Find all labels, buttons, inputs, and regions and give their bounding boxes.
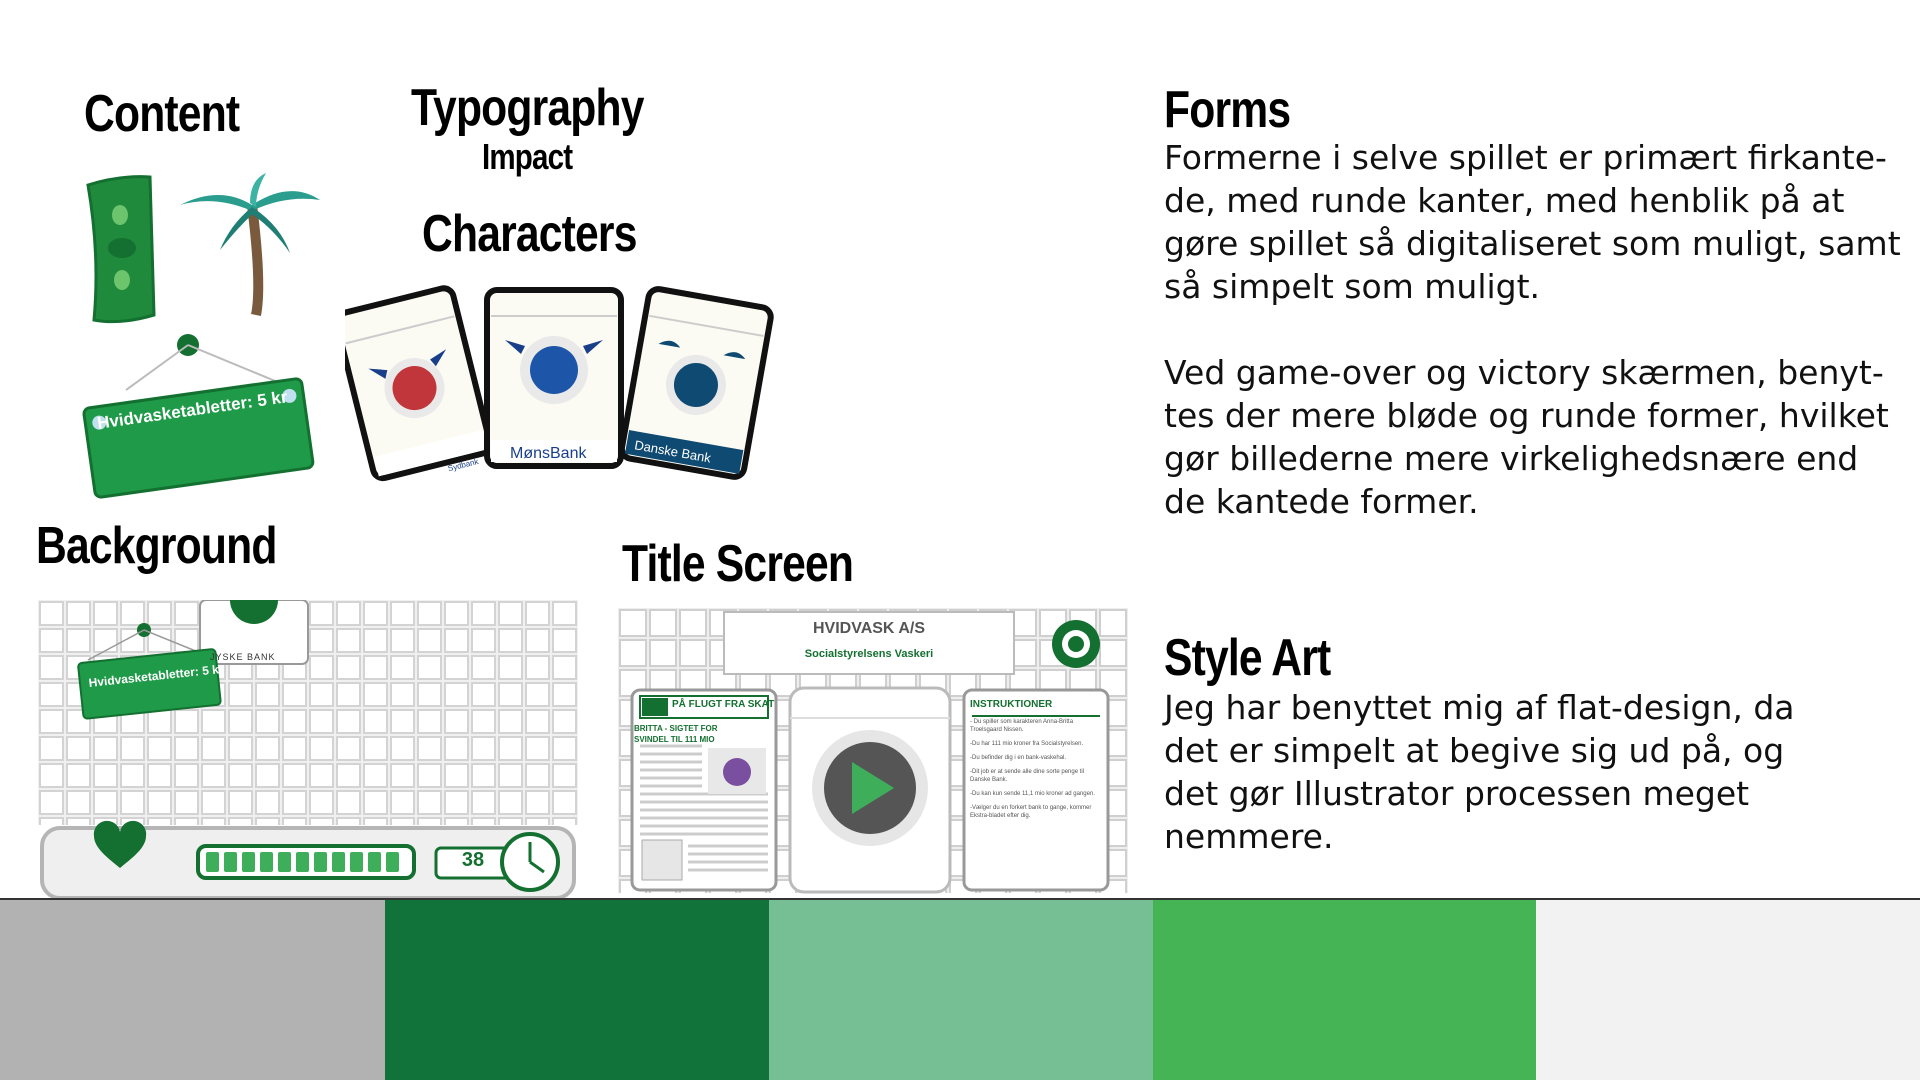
palette-swatch-gray [0, 900, 385, 1080]
title-screen-subtitle: Socialstyrelsens Vaskeri [804, 648, 934, 660]
content-heading: Content [84, 85, 240, 143]
style-art-heading: Style Art [1164, 629, 1331, 687]
forms-paragraph: Formerne i selve spillet er primært firk… [1164, 138, 1901, 521]
characters-heading: Characters [422, 205, 637, 263]
palm-tree-icon [180, 173, 320, 316]
palette-swatch-sage-green [769, 900, 1153, 1080]
money-bill-icon [86, 175, 156, 324]
palette-swatch-green [1153, 900, 1536, 1080]
instructions-list: - Du spiller som karakteren Anna-Britta … [970, 719, 1095, 819]
forms-heading: Forms [1164, 81, 1291, 139]
palette-swatch-dark-green [385, 900, 769, 1080]
newspaper-header: PÅ FLUGT FRA SKAT [672, 699, 775, 710]
character-cards: Sydbank MønsBank Danske Bank [345, 285, 774, 482]
content-illustrations [82, 173, 320, 499]
character-card-1 [345, 285, 493, 482]
newspaper-headline-1: BRITTA - SIGTET FOR [634, 724, 718, 733]
title-screen-heading: Title Screen [622, 535, 854, 593]
style-art-paragraph: Jeg har benyttet mig af flat-design, da … [1164, 688, 1795, 856]
palette-swatch-light-gray [1536, 900, 1920, 1080]
background-bank-label: JYSKE BANK [210, 652, 276, 662]
typography-font-label: Impact [482, 136, 573, 177]
instructions-header: INSTRUKTIONER [970, 699, 1053, 710]
time-counter: 38 [461, 849, 485, 871]
title-screen-title: HVIDVASK A/S [812, 620, 925, 637]
typography-heading: Typography [411, 79, 644, 137]
background-heading: Background [36, 517, 277, 575]
character-card-2 [484, 287, 624, 469]
newspaper-headline-2: SVINDEL TIL 111 MIO [634, 735, 715, 744]
card-2-bank: MønsBank [510, 445, 587, 462]
